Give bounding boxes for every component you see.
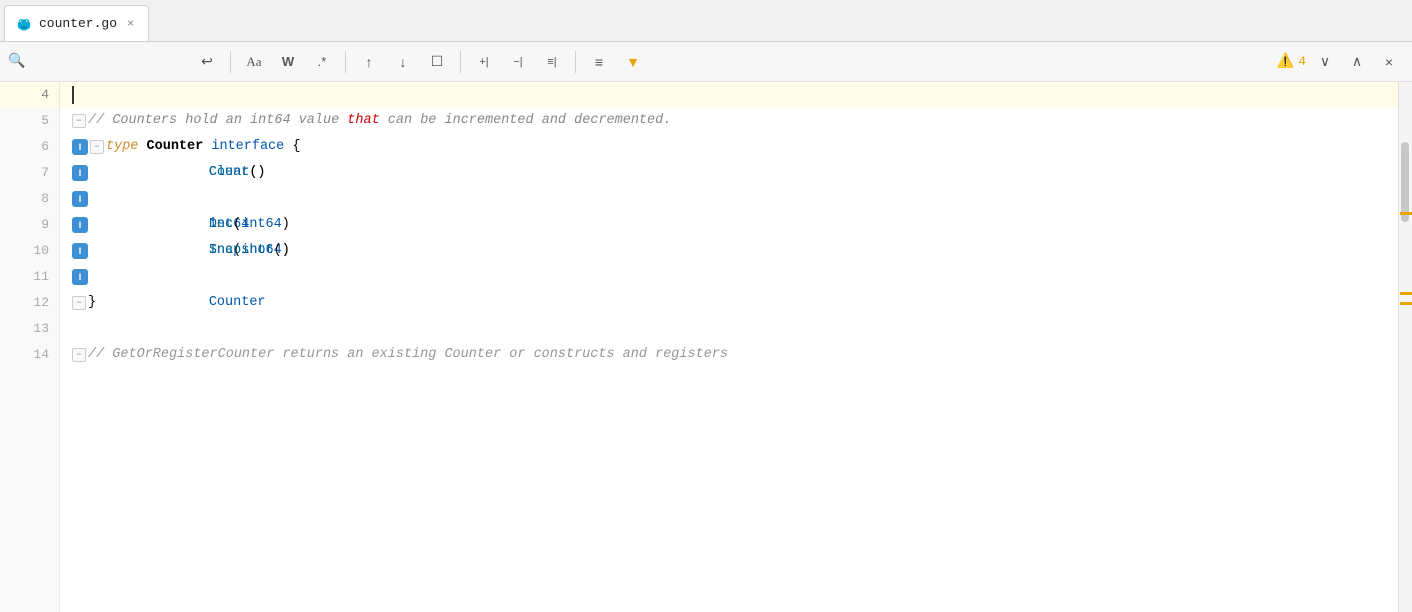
line-num-5: 5 <box>0 108 59 134</box>
empty-line-13 <box>72 316 80 342</box>
warning-marker-1 <box>1400 212 1412 215</box>
close-search-button[interactable]: × <box>1374 48 1404 76</box>
code-line-12: − } <box>60 290 1398 316</box>
warning-marker-3 <box>1400 302 1412 305</box>
tab-bar: counter.go × <box>0 0 1412 42</box>
brace-close-12: } <box>88 290 96 316</box>
code-line-4 <box>60 82 1398 108</box>
next-match-button[interactable]: ↓ <box>388 48 418 76</box>
fold-icon-5[interactable]: − <box>72 114 86 128</box>
tab-counter-go[interactable]: counter.go × <box>4 5 149 41</box>
line-num-4: 4 <box>0 82 59 108</box>
add-cursor-above-button[interactable]: +| <box>469 48 499 76</box>
go-logo-icon <box>15 15 33 33</box>
fold-icon-12[interactable]: − <box>72 296 86 310</box>
line-num-8: 8 <box>0 186 59 212</box>
multi-cursor-button[interactable]: ≡| <box>537 48 567 76</box>
brace-open-6: { <box>292 134 300 160</box>
match-case-button[interactable]: Aa <box>239 48 269 76</box>
tab-close-button[interactable]: × <box>127 17 134 31</box>
line-num-6: 6 <box>0 134 59 160</box>
keyword-type: type <box>106 134 138 160</box>
tab-label: counter.go <box>39 16 117 31</box>
whole-word-button[interactable]: W <box>273 48 303 76</box>
add-cursor-below-button[interactable]: −| <box>503 48 533 76</box>
warning-icon: ⚠️ <box>1277 53 1294 70</box>
interface-icon-8: I <box>72 191 88 207</box>
warning-count: 4 <box>1298 54 1306 69</box>
toolbar: 🔍 ↩ Aa W .* ↑ ↓ ☐ +| −| ≡| ≡ ▼ ⚠️ 4 ∨ ∧ … <box>0 42 1412 82</box>
interface-icon-7: I <box>72 165 88 181</box>
separator-1 <box>230 51 231 73</box>
interface-icon-9: I <box>72 217 88 233</box>
comment-line5: // Counters hold an int64 value that can… <box>88 108 671 134</box>
separator-4 <box>575 51 576 73</box>
fold-icon-14[interactable]: − <box>72 348 86 362</box>
warning-badge: ⚠️ 4 <box>1277 53 1306 70</box>
line-number-gutter: 4 5 6 7 8 9 10 11 12 13 14 <box>0 82 60 612</box>
line-num-10: 10 <box>0 238 59 264</box>
code-line-14: − // GetOrRegisterCounter returns an exi… <box>60 342 1398 368</box>
prev-match-button[interactable]: ↑ <box>354 48 384 76</box>
code-line-5: − // Counters hold an int64 value that c… <box>60 108 1398 134</box>
line-num-7: 7 <box>0 160 59 186</box>
line-num-14: 14 <box>0 342 59 368</box>
code-line-11: I Snapshot() Counter <box>60 264 1398 290</box>
select-all-button[interactable]: ☐ <box>422 48 452 76</box>
toggle-replace-button[interactable]: ≡ <box>584 48 614 76</box>
search-input[interactable] <box>27 54 187 69</box>
toolbar-right: ⚠️ 4 ∨ ∧ × <box>1277 48 1404 76</box>
scrollbar-thumb[interactable] <box>1401 142 1409 222</box>
code-editor[interactable]: − // Counters hold an int64 value that c… <box>60 82 1398 612</box>
comment-line14: // GetOrRegisterCounter returns an exist… <box>88 342 728 368</box>
warning-next-button[interactable]: ∧ <box>1342 48 1372 76</box>
fold-icon-6[interactable]: − <box>90 140 104 154</box>
replace-toggle-button[interactable]: ↩ <box>192 48 222 76</box>
warning-marker-2 <box>1400 292 1412 295</box>
code-line-13 <box>60 316 1398 342</box>
text-cursor <box>72 86 74 104</box>
interface-icon-11: I <box>72 269 88 285</box>
warning-prev-button[interactable]: ∨ <box>1310 48 1340 76</box>
line-num-9: 9 <box>0 212 59 238</box>
interface-icon-6: I <box>72 139 88 155</box>
separator-2 <box>345 51 346 73</box>
line-num-11: 11 <box>0 264 59 290</box>
interface-icon-10: I <box>72 243 88 259</box>
scrollbar[interactable] <box>1398 82 1412 612</box>
search-icon: 🔍 <box>8 53 25 70</box>
separator-3 <box>460 51 461 73</box>
code-area: 4 5 6 7 8 9 10 11 12 13 14 − // Counters… <box>0 82 1412 612</box>
line-num-12: 12 <box>0 290 59 316</box>
search-area: 🔍 <box>8 53 188 70</box>
line-num-13: 13 <box>0 316 59 342</box>
filter-button[interactable]: ▼ <box>618 48 648 76</box>
regex-button[interactable]: .* <box>307 48 337 76</box>
